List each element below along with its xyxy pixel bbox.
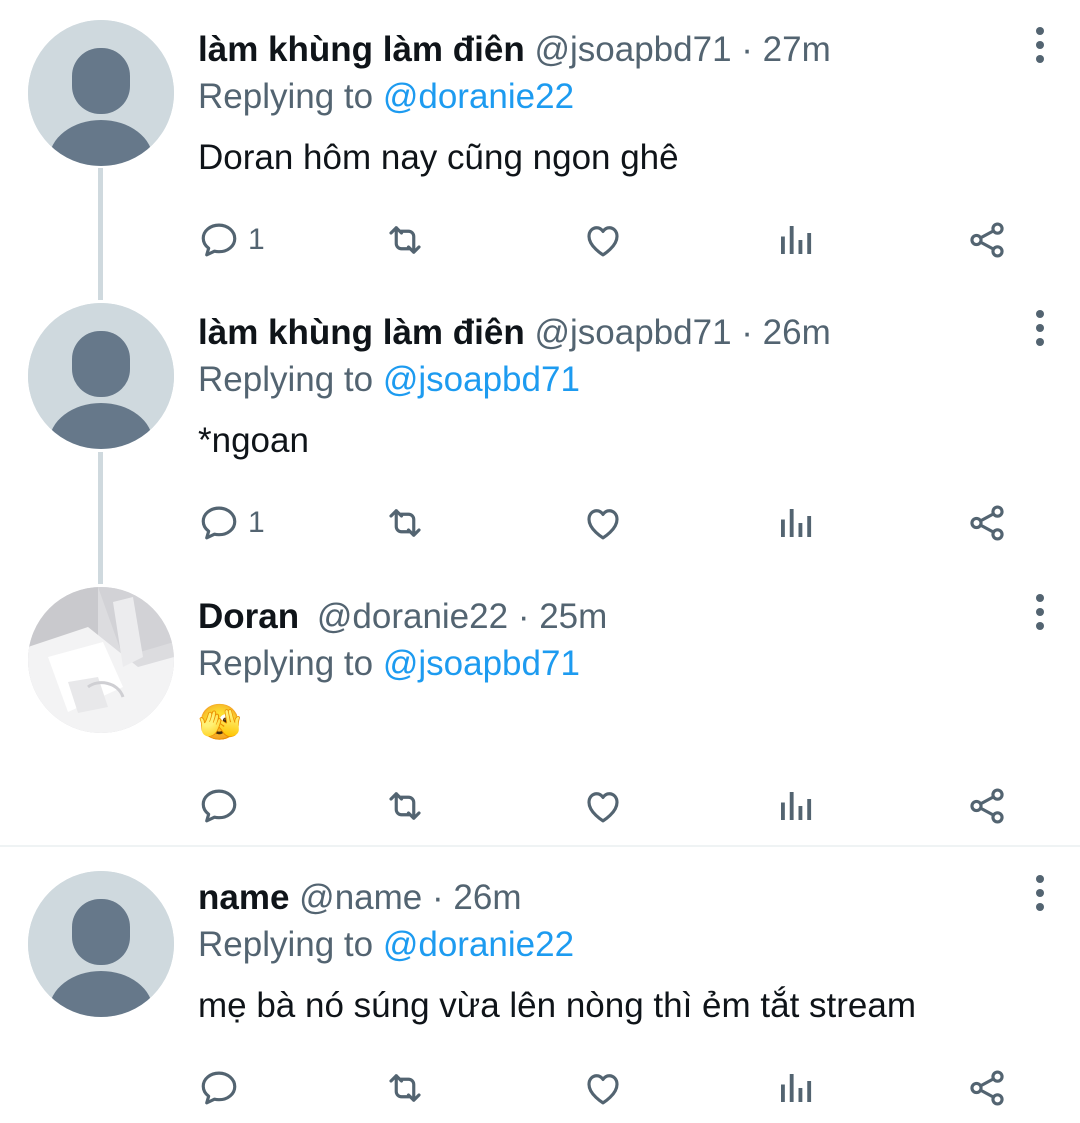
reply-icon bbox=[201, 223, 237, 257]
tweet-item[interactable]: Doran @doranie22 · 25m Replying to @jsoa… bbox=[0, 587, 1080, 837]
views-button[interactable] bbox=[774, 776, 816, 836]
heart-icon bbox=[587, 1074, 619, 1105]
mention-link[interactable]: @doranie22 bbox=[383, 925, 574, 964]
analytics-icon bbox=[781, 226, 812, 254]
retweet-button[interactable] bbox=[384, 1058, 426, 1118]
views-button[interactable] bbox=[774, 493, 816, 553]
display-name[interactable]: name bbox=[198, 878, 289, 917]
replying-to: Replying to @jsoapbd71 bbox=[198, 356, 580, 404]
reply-count: 1 bbox=[248, 506, 265, 539]
share-button[interactable] bbox=[966, 776, 1008, 836]
retweet-icon bbox=[389, 792, 421, 820]
like-button[interactable] bbox=[582, 493, 624, 553]
tweet-header: Doran @doranie22 · 25m bbox=[198, 593, 607, 641]
heart-icon bbox=[587, 792, 619, 823]
retweet-icon bbox=[389, 509, 421, 537]
like-button[interactable] bbox=[582, 776, 624, 836]
more-options-icon[interactable] bbox=[1020, 303, 1060, 353]
reply-button[interactable]: 1 bbox=[198, 493, 265, 553]
tweet-text: mẹ bà nó súng vừa lên nòng thì ẻm tắt st… bbox=[198, 986, 916, 1025]
more-options-icon[interactable] bbox=[1020, 20, 1060, 70]
share-button[interactable] bbox=[966, 493, 1008, 553]
share-button[interactable] bbox=[966, 1058, 1008, 1118]
mention-link[interactable]: @doranie22 bbox=[383, 77, 574, 116]
retweet-icon bbox=[389, 226, 421, 254]
tweet-item[interactable]: name @name · 26m Replying to @doranie22 … bbox=[0, 871, 1080, 1123]
retweet-button[interactable] bbox=[384, 210, 426, 270]
views-button[interactable] bbox=[774, 1058, 816, 1118]
display-name[interactable]: Doran bbox=[198, 597, 299, 636]
tweet-header: name @name · 26m bbox=[198, 874, 521, 922]
timestamp[interactable]: 27m bbox=[763, 30, 831, 69]
photo-avatar[interactable] bbox=[28, 587, 174, 733]
replying-to: Replying to @jsoapbd71 bbox=[198, 640, 580, 688]
replying-to: Replying to @doranie22 bbox=[198, 73, 574, 121]
user-handle[interactable]: @jsoapbd71 bbox=[534, 30, 731, 69]
share-icon bbox=[970, 788, 1004, 824]
tweet-header: làm khùng làm điên @jsoapbd71 · 27m bbox=[198, 26, 831, 74]
analytics-icon bbox=[781, 1074, 812, 1102]
share-icon bbox=[970, 1070, 1004, 1106]
views-button[interactable] bbox=[774, 210, 816, 270]
default-avatar[interactable] bbox=[28, 871, 174, 1017]
reply-count: 1 bbox=[248, 223, 265, 256]
analytics-icon bbox=[781, 792, 812, 820]
user-handle[interactable]: @jsoapbd71 bbox=[534, 313, 731, 352]
timestamp[interactable]: 25m bbox=[539, 597, 607, 636]
user-handle[interactable]: @doranie22 bbox=[317, 597, 508, 636]
separator-dot: · bbox=[741, 313, 753, 352]
action-bar: 1 bbox=[198, 493, 1048, 553]
tweet-header: làm khùng làm điên @jsoapbd71 · 26m bbox=[198, 309, 831, 357]
action-bar: 1 bbox=[198, 210, 1048, 270]
tweet-divider bbox=[0, 845, 1080, 847]
reply-button[interactable]: 1 bbox=[198, 210, 265, 270]
timestamp[interactable]: 26m bbox=[453, 878, 521, 917]
timestamp[interactable]: 26m bbox=[763, 313, 831, 352]
replying-to-label: Replying to bbox=[198, 925, 374, 964]
tweet-text: 🫣 bbox=[198, 703, 242, 742]
like-button[interactable] bbox=[582, 1058, 624, 1118]
more-options-icon[interactable] bbox=[1020, 587, 1060, 637]
tweet-text: Doran hôm nay cũng ngon ghê bbox=[198, 138, 679, 177]
more-options-icon[interactable] bbox=[1020, 868, 1060, 918]
tweet-item[interactable]: làm khùng làm điên @jsoapbd71 · 27m Repl… bbox=[0, 20, 1080, 280]
share-button[interactable] bbox=[966, 210, 1008, 270]
replying-to-label: Replying to bbox=[198, 77, 374, 116]
retweet-icon bbox=[389, 1074, 421, 1102]
action-bar bbox=[198, 1058, 1048, 1118]
replying-to-label: Replying to bbox=[198, 360, 374, 399]
share-icon bbox=[970, 505, 1004, 541]
heart-icon bbox=[587, 226, 619, 257]
reply-icon bbox=[201, 1071, 237, 1105]
default-avatar[interactable] bbox=[28, 20, 174, 166]
reply-icon bbox=[201, 789, 237, 823]
retweet-button[interactable] bbox=[384, 776, 426, 836]
separator-dot: · bbox=[517, 597, 530, 636]
default-avatar[interactable] bbox=[28, 303, 174, 449]
display-name[interactable]: làm khùng làm điên bbox=[198, 30, 525, 69]
tweet-text: *ngoan bbox=[198, 421, 309, 460]
action-bar bbox=[198, 776, 1048, 836]
heart-icon bbox=[587, 509, 619, 540]
share-icon bbox=[970, 222, 1004, 258]
separator-dot: · bbox=[432, 878, 444, 917]
reply-button[interactable] bbox=[198, 776, 248, 836]
retweet-button[interactable] bbox=[384, 493, 426, 553]
mention-link[interactable]: @jsoapbd71 bbox=[383, 360, 580, 399]
user-handle[interactable]: @name bbox=[299, 878, 422, 917]
separator-dot: · bbox=[741, 30, 753, 69]
replying-to: Replying to @doranie22 bbox=[198, 921, 574, 969]
display-name[interactable]: làm khùng làm điên bbox=[198, 313, 525, 352]
like-button[interactable] bbox=[582, 210, 624, 270]
analytics-icon bbox=[781, 509, 812, 537]
tweet-item[interactable]: làm khùng làm điên @jsoapbd71 · 26m Repl… bbox=[0, 303, 1080, 563]
reply-button[interactable] bbox=[198, 1058, 248, 1118]
replying-to-label: Replying to bbox=[198, 644, 374, 683]
reply-icon bbox=[201, 506, 237, 540]
mention-link[interactable]: @jsoapbd71 bbox=[383, 644, 580, 683]
